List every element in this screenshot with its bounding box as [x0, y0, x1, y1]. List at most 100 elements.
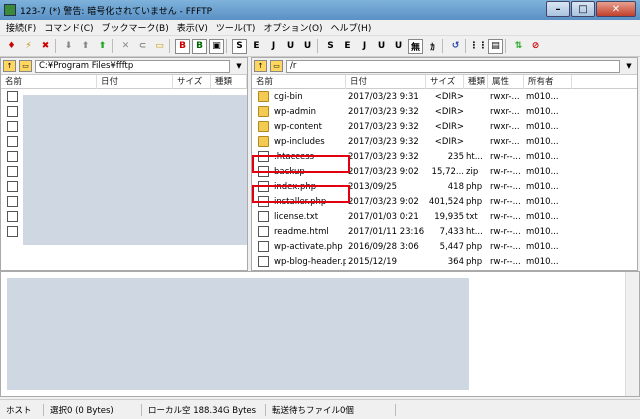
cell-size: <DIR> — [434, 136, 464, 147]
menu-bookmark[interactable]: ブックマーク(B) — [98, 21, 173, 34]
cell-attr: rw-r--... — [490, 151, 521, 162]
auto-mode-icon[interactable]: ▣ — [209, 38, 224, 54]
cell-size: 5,447 — [439, 241, 464, 252]
remote-col-owner[interactable]: 所有者 — [524, 74, 572, 89]
toolbar-separator — [55, 39, 59, 53]
remote-path-input[interactable]: /r — [286, 59, 620, 73]
cell-attr: rwxr-... — [490, 136, 520, 147]
remote-file-list[interactable]: cgi-bin 2017/03/23 9:31 <DIR> rwxr-... m010.… — [252, 89, 637, 270]
cell-attr: rw-r--... — [490, 211, 521, 222]
menu-command[interactable]: コマンド(C) — [40, 21, 97, 34]
delete-icon[interactable]: ✕ — [118, 39, 133, 54]
binary-mode-icon[interactable]: B — [192, 38, 207, 54]
file-icon — [258, 211, 269, 222]
ascii-mode-icon[interactable]: B — [175, 38, 190, 54]
cell-owner: m010... — [526, 106, 559, 117]
remote-jis-icon[interactable]: J — [357, 39, 372, 54]
kanji-jis-icon[interactable]: J — [266, 39, 281, 54]
maximize-button[interactable]: □ — [571, 1, 595, 17]
remote-sjis-icon[interactable]: S — [323, 39, 338, 54]
file-icon — [7, 151, 18, 162]
cell-size: 235 — [447, 151, 464, 162]
disconnect-icon[interactable]: ✖ — [38, 39, 53, 54]
cell-kind: php — [466, 196, 483, 207]
local-file-list[interactable] — [1, 89, 247, 245]
menu-options[interactable]: オプション(O) — [259, 21, 326, 34]
window-title: 123-7 (*) 警告: 暗号化されていません - FFFTP — [20, 6, 213, 17]
close-button[interactable]: ✕ — [596, 1, 636, 17]
cell-attr: rwxr-... — [490, 121, 520, 132]
table-row[interactable]: cgi-bin 2017/03/23 9:31 <DIR> rwxr-... m010.… — [252, 89, 637, 104]
remote-path-bar: ↑ ▭ /r ▼ — [252, 58, 637, 75]
list-view-icon[interactable]: ⋮⋮ — [470, 39, 488, 54]
cell-attr: rwxr-... — [490, 91, 520, 102]
detail-view-icon[interactable]: ▤ — [488, 38, 503, 54]
local-open-folder-icon[interactable]: ▭ — [19, 60, 32, 72]
app-icon — [4, 4, 16, 16]
table-row[interactable]: wp-content 2017/03/23 9:32 <DIR> rwxr-... m0… — [252, 119, 637, 134]
upload-icon[interactable]: ⬆ — [78, 39, 93, 54]
table-row[interactable]: wp-includes 2017/03/23 9:32 <DIR> rwxr-... m… — [252, 134, 637, 149]
remote-col-date[interactable]: 日付 — [346, 74, 426, 89]
cell-date: 2017/03/23 9:31 — [348, 91, 419, 102]
table-row[interactable]: wp-activate.php 2016/09/28 3:06 5,447 php rw… — [252, 239, 637, 254]
table-row[interactable]: license.txt 2017/01/03 0:21 19,935 txt rw-r-… — [252, 209, 637, 224]
local-col-kind[interactable]: 種類 — [211, 74, 247, 89]
toolbar-separator — [317, 39, 321, 53]
menu-tools[interactable]: ツール(T) — [212, 21, 260, 34]
cell-name: license.txt — [274, 211, 319, 222]
refresh-icon[interactable]: ↺ — [448, 39, 463, 54]
sync-folder-icon[interactable]: ⇅ — [511, 39, 526, 54]
abort-icon[interactable]: ⊘ — [528, 39, 543, 54]
local-path-input[interactable]: C:¥Program Files¥ffftp — [35, 59, 230, 73]
chevron-down-icon[interactable]: ▼ — [233, 60, 245, 73]
cell-date: 2017/03/23 9:32 — [348, 106, 419, 117]
remote-utf8-icon[interactable]: U — [374, 39, 389, 54]
cell-size: 418 — [447, 181, 464, 192]
rename-icon[interactable]: ⊂ — [135, 39, 150, 54]
quick-connect-icon[interactable]: ⚡ — [21, 39, 36, 54]
download-icon[interactable]: ⬇ — [61, 39, 76, 54]
cell-name: readme.html — [274, 226, 329, 237]
menu-help[interactable]: ヘルプ(H) — [327, 21, 376, 34]
cell-owner: m010... — [526, 181, 559, 192]
log-scrollbar[interactable] — [625, 272, 639, 396]
local-col-size[interactable]: サイズ — [173, 74, 211, 89]
new-folder-icon[interactable]: ▭ — [152, 39, 167, 54]
cell-name: wp-admin — [274, 106, 317, 117]
table-row[interactable]: wp-blog-header.php2015/12/19 364php rw-r--… — [252, 254, 637, 269]
menu-view[interactable]: 表示(V) — [173, 21, 212, 34]
menu-connect[interactable]: 接続(F) — [2, 21, 40, 34]
chevron-down-icon[interactable]: ▼ — [623, 60, 635, 73]
cell-name: wp-includes — [274, 136, 325, 147]
cell-date: 2017/01/03 0:21 — [348, 211, 419, 222]
table-row[interactable]: wp-admin 2017/03/23 9:32 <DIR> rwxr-... m010… — [252, 104, 637, 119]
kanji-utf8bom-icon[interactable]: U — [300, 39, 315, 54]
cell-date: 2017/03/23 9:02 — [348, 166, 419, 177]
remote-euc-icon[interactable]: E — [340, 39, 355, 54]
local-up-folder-icon[interactable]: ↑ — [3, 60, 16, 72]
minimize-button[interactable]: – — [546, 1, 570, 17]
remote-col-size[interactable]: サイズ — [426, 74, 464, 89]
ffftp-window: 123-7 (*) 警告: 暗号化されていません - FFFTP – □ ✕ 接… — [0, 0, 640, 419]
redacted-log — [7, 278, 469, 390]
mirror-upload-icon[interactable]: ⬆ — [95, 39, 110, 54]
cell-attr: rw-r--... — [490, 196, 521, 207]
connect-icon[interactable]: ♦ — [4, 39, 19, 54]
remote-open-folder-icon[interactable]: ▭ — [270, 60, 283, 72]
no-conversion-icon[interactable]: 無 — [408, 38, 423, 54]
cell-date: 2017/03/23 9:32 — [348, 151, 419, 162]
remote-col-name[interactable]: 名前 — [252, 74, 346, 89]
kana-convert-icon[interactable]: ｶ — [425, 39, 440, 54]
remote-col-attr[interactable]: 属性 — [488, 74, 524, 89]
kanji-sjis-icon[interactable]: S — [232, 38, 247, 54]
local-col-name[interactable]: 名前 — [1, 74, 97, 89]
remote-up-folder-icon[interactable]: ↑ — [254, 60, 267, 72]
folder-icon — [258, 91, 269, 102]
remote-utf8bom-icon[interactable]: U — [391, 39, 406, 54]
local-col-date[interactable]: 日付 — [97, 74, 173, 89]
remote-col-kind[interactable]: 種類 — [464, 74, 488, 89]
kanji-euc-icon[interactable]: E — [249, 39, 264, 54]
table-row[interactable]: readme.html 2017/01/11 23:16 7,433 ht... rw-… — [252, 224, 637, 239]
kanji-utf8-icon[interactable]: U — [283, 39, 298, 54]
